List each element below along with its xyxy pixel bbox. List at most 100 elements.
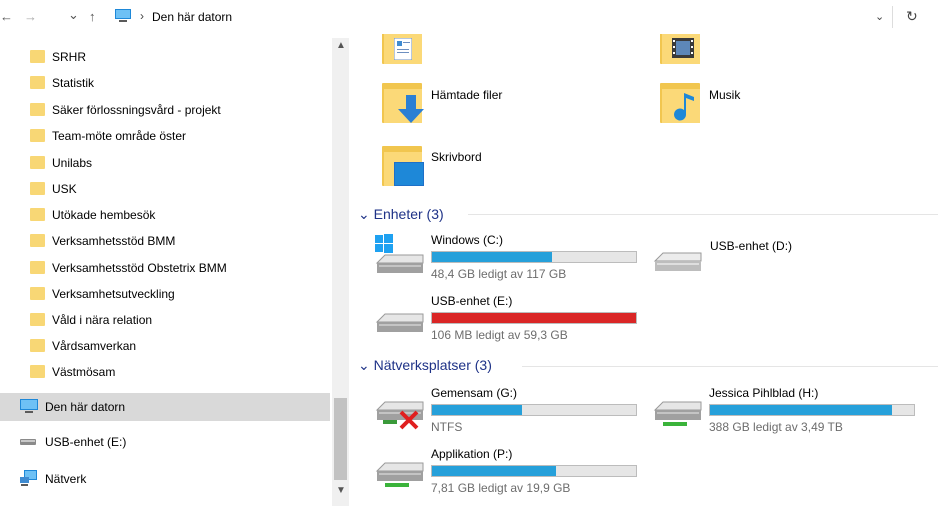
nav-folder-label: Verksamhetsstöd BMM <box>52 234 176 248</box>
network-drive-disconnected-icon <box>375 401 424 430</box>
documents-folder-icon[interactable] <box>382 34 424 64</box>
folder-icon <box>30 234 45 247</box>
folder-icon <box>30 287 45 300</box>
network-drive-icon <box>375 462 424 487</box>
nav-folder-label: Statistik <box>52 76 95 90</box>
drive-h-info: 388 GB ledigt av 3,49 TB <box>709 420 843 434</box>
nav-folder-item[interactable]: Utökade hembesök <box>0 202 330 228</box>
nav-folder-item[interactable]: Team-möte område öster <box>0 123 330 149</box>
computer-icon <box>115 9 131 22</box>
downloads-folder-icon[interactable] <box>382 83 424 123</box>
nav-folder-label: SRHR <box>52 50 87 64</box>
folder-icon <box>30 129 45 142</box>
drive-h-usage-bar <box>709 404 915 416</box>
folder-icon <box>30 261 45 274</box>
nav-usb-drive-label: USB-enhet (E:) <box>45 435 127 449</box>
nav-folder-label: Verksamhetsstöd Obstetrix BMM <box>52 261 227 275</box>
usb-drive-icon <box>653 252 702 271</box>
navigation-pane: SRHR Statistik Säker förlossningsvård - … <box>0 38 330 511</box>
desktop-folder-icon[interactable] <box>382 146 424 186</box>
nav-folder-label: USK <box>52 182 77 196</box>
folder-icon <box>30 365 45 378</box>
content-pane: Hämtade filer Musik Skrivbord ⌄ Enheter … <box>350 34 940 511</box>
nav-folder-label: Västmösam <box>52 365 116 379</box>
folder-icon <box>30 208 45 221</box>
drive-e-usage-bar <box>431 312 637 324</box>
drive-p-usage-bar <box>431 465 637 477</box>
back-arrow-icon[interactable]: ← <box>0 9 13 24</box>
refresh-icon[interactable]: ↻ <box>906 8 918 25</box>
drive-c-info: 48,4 GB ledigt av 117 GB <box>431 267 567 281</box>
videos-folder-icon[interactable] <box>660 34 702 64</box>
folder-icon <box>30 103 45 116</box>
drive-g[interactable]: Gemensam (G:) NTFS <box>375 386 645 438</box>
scroll-up-icon[interactable]: ▲ <box>336 40 346 51</box>
nav-folder-label: Verksamhetsutveckling <box>52 287 175 301</box>
nav-folder-label: Vårdsamverkan <box>52 339 137 353</box>
group-divider <box>468 214 938 215</box>
scrollbar-thumb[interactable] <box>334 398 347 480</box>
nav-folder-item[interactable]: Våld i nära relation <box>0 307 330 333</box>
folder-icon <box>30 76 45 89</box>
drive-g-usage-bar <box>431 404 637 416</box>
nav-scrollbar[interactable]: ▲ ▼ <box>332 38 349 506</box>
up-arrow-icon[interactable]: ↑ <box>89 9 96 24</box>
nav-folder-item[interactable]: Verksamhetsstöd BMM <box>0 228 330 254</box>
folder-icon <box>30 182 45 195</box>
network-group-title: Nätverksplatser (3) <box>373 357 492 373</box>
network-icon <box>20 470 37 486</box>
computer-icon <box>20 399 38 413</box>
drive-d-name: USB-enhet (D:) <box>710 239 793 253</box>
breadcrumb[interactable]: Den här datorn <box>152 10 232 24</box>
scroll-down-icon[interactable]: ▼ <box>336 485 346 496</box>
windows-drive-icon <box>375 234 424 273</box>
nav-folder-item[interactable]: SRHR <box>0 44 330 70</box>
drive-e-name: USB-enhet (E:) <box>431 294 513 308</box>
nav-folder-item[interactable]: Västmösam <box>0 359 330 385</box>
nav-folder-label: Unilabs <box>52 156 93 170</box>
nav-folder-label: Våld i nära relation <box>52 313 153 327</box>
drive-c-usage-bar <box>431 251 637 263</box>
drive-g-name: Gemensam (G:) <box>431 386 518 400</box>
nav-folder-item[interactable]: Säker förlossningsvård - projekt <box>0 97 330 123</box>
nav-folder-item[interactable]: Vårdsamverkan <box>0 333 330 359</box>
network-drive-icon <box>653 401 702 426</box>
drive-d[interactable]: USB-enhet (D:) <box>653 239 923 279</box>
drive-h[interactable]: Jessica Pihlblad (H:) 388 GB ledigt av 3… <box>653 386 923 438</box>
forward-arrow-icon[interactable]: → <box>24 9 37 24</box>
devices-group-title: Enheter (3) <box>373 206 444 222</box>
downloads-folder-label[interactable]: Hämtade filer <box>431 88 502 102</box>
breadcrumb-separator: › <box>140 9 144 23</box>
drive-c[interactable]: Windows (C:) 48,4 GB ledigt av 117 GB <box>375 233 645 285</box>
chevron-down-icon: ⌄ <box>358 206 370 222</box>
recent-locations-icon[interactable]: ⌄ <box>68 7 79 23</box>
drive-c-name: Windows (C:) <box>431 233 504 247</box>
devices-group-header[interactable]: ⌄ Enheter (3) <box>358 206 444 223</box>
nav-this-pc-label: Den här datorn <box>45 400 126 414</box>
folder-icon <box>30 156 45 169</box>
drive-e[interactable]: USB-enhet (E:) 106 MB ledigt av 59,3 GB <box>375 294 645 346</box>
drive-p-info: 7,81 GB ledigt av 19,9 GB <box>431 481 571 495</box>
folder-icon <box>30 339 45 352</box>
nav-folder-item[interactable]: Verksamhetsutveckling <box>0 281 330 307</box>
music-folder-label[interactable]: Musik <box>709 88 740 102</box>
folder-icon <box>30 313 45 326</box>
nav-folder-item[interactable]: Statistik <box>0 70 330 96</box>
nav-usb-drive[interactable]: USB-enhet (E:) <box>0 429 330 455</box>
usb-drive-icon <box>20 439 36 445</box>
nav-folder-item[interactable]: Verksamhetsstöd Obstetrix BMM <box>0 255 330 281</box>
desktop-folder-label[interactable]: Skrivbord <box>431 150 482 164</box>
nav-folder-item[interactable]: USK <box>0 176 330 202</box>
nav-this-pc[interactable]: Den här datorn <box>0 393 330 421</box>
nav-folder-label: Utökade hembesök <box>52 208 156 222</box>
network-group-header[interactable]: ⌄ Nätverksplatser (3) <box>358 357 492 374</box>
group-divider <box>522 366 938 367</box>
nav-folder-item[interactable]: Unilabs <box>0 150 330 176</box>
drive-p[interactable]: Applikation (P:) 7,81 GB ledigt av 19,9 … <box>375 447 645 499</box>
address-dropdown-icon[interactable]: ⌄ <box>875 10 884 23</box>
music-folder-icon[interactable] <box>660 83 702 123</box>
address-bar: ← → ⌄ ↑ › Den här datorn ⌄ ↻ <box>0 0 940 34</box>
nav-folder-label: Säker förlossningsvård - projekt <box>52 103 221 117</box>
nav-network[interactable]: Nätverk <box>0 466 330 492</box>
drive-e-info: 106 MB ledigt av 59,3 GB <box>431 328 568 342</box>
